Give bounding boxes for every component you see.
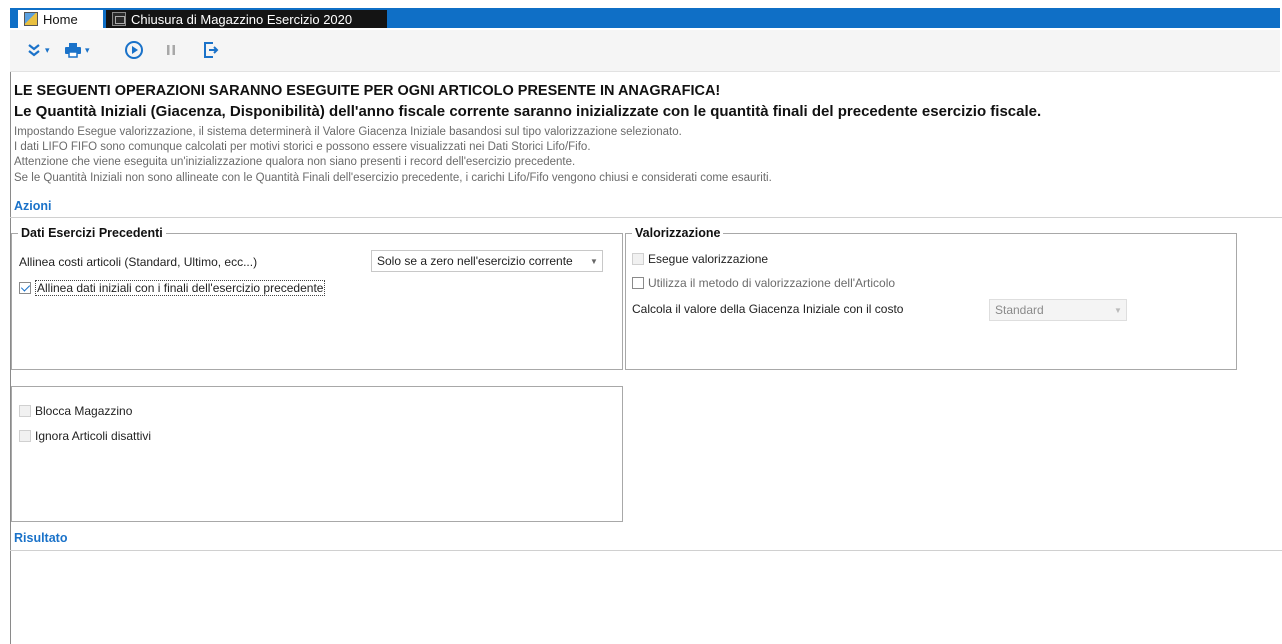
- allinea-costi-select[interactable]: Solo se a zero nell'esercizio corrente ▼: [371, 250, 603, 272]
- blocca-magazzino-checkbox[interactable]: [19, 405, 31, 417]
- play-icon: [125, 41, 143, 59]
- exit-button[interactable]: [203, 38, 219, 62]
- print-icon: [65, 43, 81, 58]
- calcola-costo-value: Standard: [995, 303, 1044, 317]
- notice-headline: LE SEGUENTI OPERAZIONI SARANNO ESEGUITE …: [14, 83, 721, 99]
- section-azioni-label: Azioni: [14, 199, 52, 213]
- expand-chevrons-icon: [28, 44, 40, 57]
- print-dropdown-caret[interactable]: ▾: [85, 45, 90, 56]
- esegue-valorizzazione-label: Esegue valorizzazione: [648, 252, 769, 266]
- utilizza-metodo-label: Utilizza il metodo di valorizzazione del…: [648, 276, 896, 290]
- tab-home[interactable]: Home: [18, 10, 103, 28]
- toolbar: ▾ ▾: [10, 30, 1280, 72]
- chevron-down-icon[interactable]: ▼: [586, 257, 602, 266]
- document-icon: [112, 12, 126, 26]
- section-risultato-label: Risultato: [14, 531, 68, 545]
- notice-line: Se le Quantità Iniziali non sono allinea…: [14, 172, 772, 184]
- home-icon: [24, 12, 38, 26]
- group-dati-esercizi: Dati Esercizi Precedenti Allinea costi a…: [11, 226, 623, 370]
- allinea-dati-checkbox[interactable]: [19, 282, 31, 294]
- tab-bar: Home Chiusura di Magazzino Esercizio 202…: [0, 0, 1282, 28]
- chevron-down-icon[interactable]: ▼: [1110, 306, 1126, 315]
- notice-line: I dati LIFO FIFO sono comunque calcolati…: [14, 141, 591, 153]
- notice-line: Attenzione che viene eseguita un'inizial…: [14, 156, 576, 168]
- tab-chiusura-label: Chiusura di Magazzino Esercizio 2020: [131, 11, 353, 27]
- tab-chiusura-magazzino[interactable]: Chiusura di Magazzino Esercizio 2020: [106, 10, 387, 28]
- pause-button[interactable]: [164, 38, 178, 62]
- calcola-costo-label: Calcola il valore della Giacenza Inizial…: [632, 302, 904, 316]
- allinea-costi-label: Allinea costi articoli (Standard, Ultimo…: [19, 255, 258, 269]
- ignora-articoli-checkbox[interactable]: [19, 430, 31, 442]
- tab-home-label: Home: [43, 11, 78, 27]
- expand-dropdown-caret[interactable]: ▾: [45, 45, 50, 56]
- start-button[interactable]: [124, 38, 144, 62]
- section-risultato-divider: [10, 550, 1282, 551]
- allinea-costi-value: Solo se a zero nell'esercizio corrente: [377, 254, 573, 268]
- allinea-dati-option[interactable]: Allinea dati iniziali con i finali dell'…: [19, 280, 326, 296]
- notice-subhead: Le Quantità Iniziali (Giacenza, Disponib…: [14, 103, 1042, 120]
- ignora-articoli-option[interactable]: Ignora Articoli disattivi: [19, 429, 151, 443]
- blocca-magazzino-label: Blocca Magazzino: [35, 404, 133, 418]
- utilizza-metodo-checkbox[interactable]: [632, 277, 644, 289]
- section-azioni-divider: [10, 217, 1282, 218]
- expand-button[interactable]: ▾: [26, 38, 50, 62]
- print-button[interactable]: ▾: [64, 38, 90, 62]
- pause-icon: [167, 45, 175, 55]
- notice-line: Impostando Esegue valorizzazione, il sis…: [14, 126, 682, 138]
- allinea-dati-label: Allinea dati iniziali con i finali dell'…: [35, 280, 326, 296]
- calcola-costo-select[interactable]: Standard ▼: [989, 299, 1127, 321]
- group-valorizzazione: Valorizzazione Esegue valorizzazione Uti…: [625, 226, 1237, 370]
- exit-icon: [204, 42, 219, 58]
- group-opzioni: Blocca Magazzino Ignora Articoli disatti…: [11, 386, 623, 522]
- blocca-magazzino-option[interactable]: Blocca Magazzino: [19, 404, 132, 418]
- ignora-articoli-label: Ignora Articoli disattivi: [35, 429, 152, 443]
- esegue-valorizzazione-option[interactable]: Esegue valorizzazione: [632, 252, 768, 266]
- group-dati-esercizi-title: Dati Esercizi Precedenti: [18, 226, 166, 240]
- esegue-valorizzazione-checkbox[interactable]: [632, 253, 644, 265]
- utilizza-metodo-option[interactable]: Utilizza il metodo di valorizzazione del…: [632, 276, 895, 290]
- group-valorizzazione-title: Valorizzazione: [632, 226, 724, 240]
